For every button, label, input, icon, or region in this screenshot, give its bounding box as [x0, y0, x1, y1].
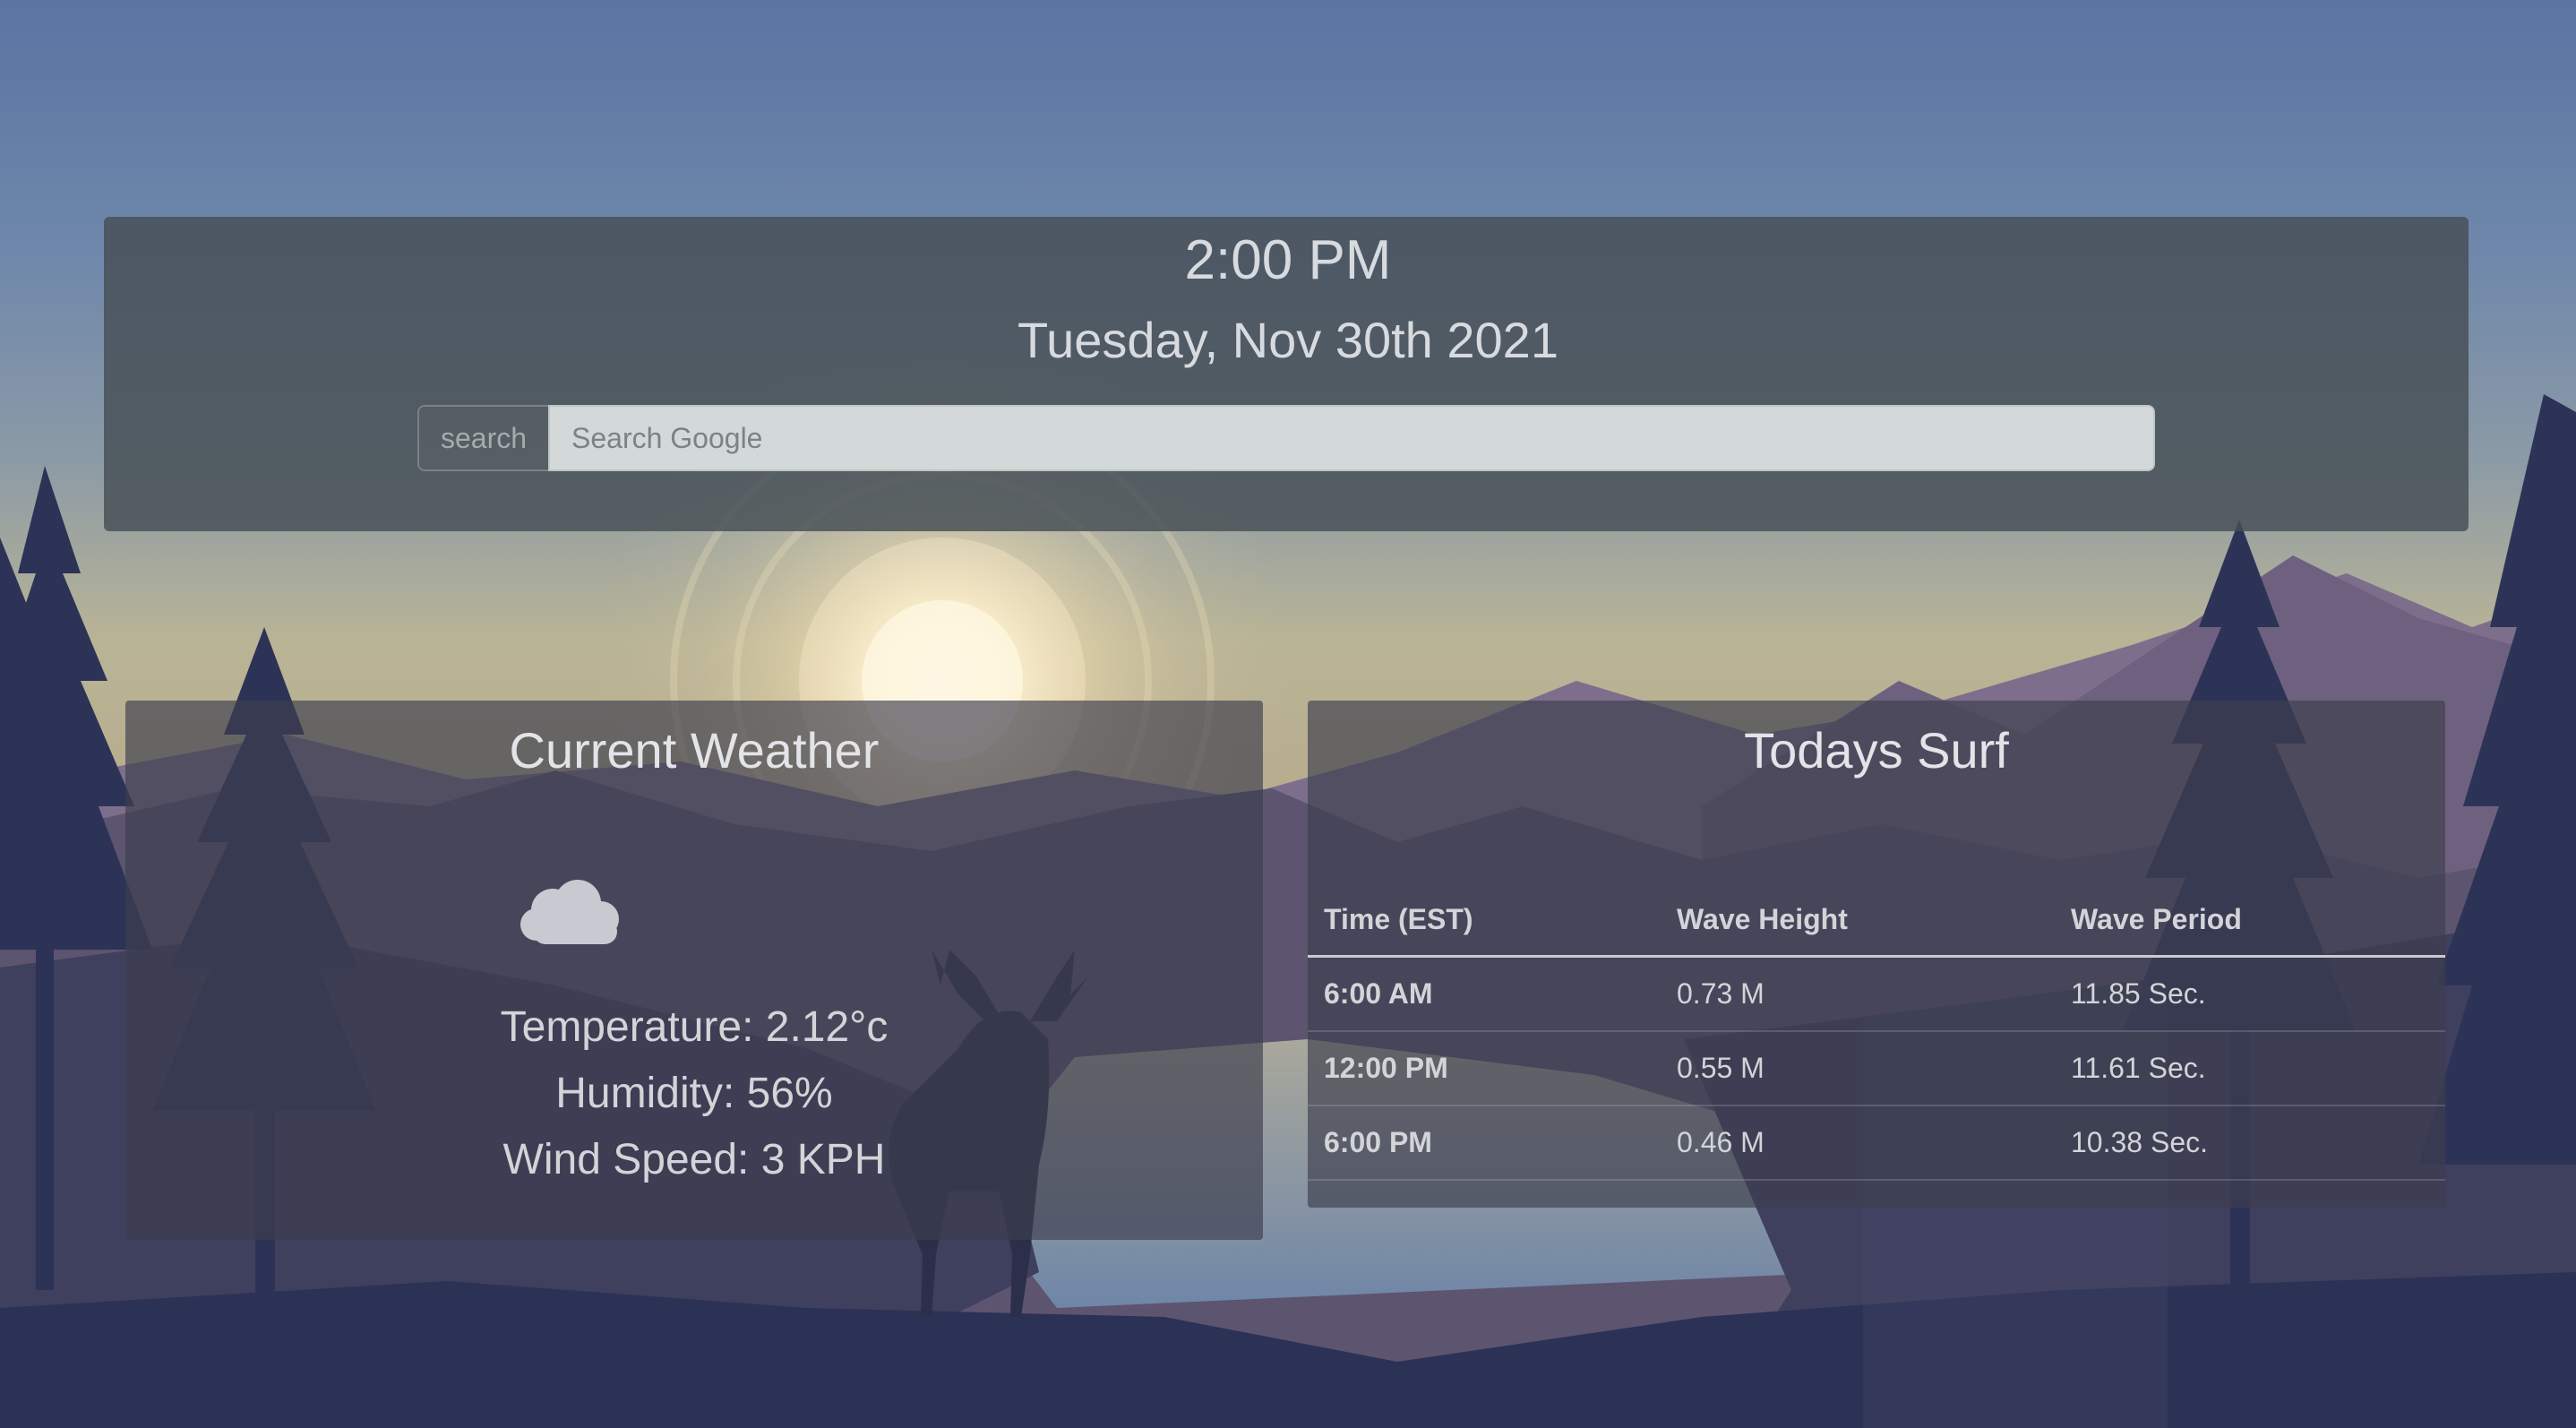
- wave-height-cell: 0.46 M: [1661, 1105, 2055, 1181]
- weather-card-title: Current Weather: [509, 722, 880, 779]
- wave-period-cell: 10.38 Sec.: [2055, 1105, 2445, 1181]
- column-header-wave-height: Wave Height: [1661, 883, 2055, 958]
- table-row: 12:00 PM 0.55 M 11.61 Sec.: [1308, 1031, 2445, 1106]
- current-date: Tuesday, Nov 30th 2021: [1018, 312, 1558, 368]
- surf-table: Time (EST) Wave Height Wave Period 6:00 …: [1308, 883, 2445, 1181]
- wave-period-cell: 11.85 Sec.: [2055, 956, 2445, 1032]
- surf-time-cell: 6:00 AM: [1308, 956, 1661, 1032]
- search-input[interactable]: [548, 405, 2155, 471]
- table-row: 6:00 PM 0.46 M 10.38 Sec.: [1308, 1105, 2445, 1181]
- surf-card-title: Todays Surf: [1744, 722, 2009, 779]
- wind-speed-text: Wind Speed: 3 KPH: [502, 1136, 886, 1183]
- search-bar: search: [417, 405, 2155, 471]
- table-header-row: Time (EST) Wave Height Wave Period: [1308, 883, 2445, 958]
- wave-height-cell: 0.73 M: [1661, 956, 2055, 1032]
- temperature-text: Temperature: 2.12°c: [500, 1003, 889, 1051]
- surf-time-cell: 6:00 PM: [1308, 1105, 1661, 1181]
- column-header-wave-period: Wave Period: [2055, 883, 2445, 958]
- wave-height-cell: 0.55 M: [1661, 1031, 2055, 1106]
- surf-time-cell: 12:00 PM: [1308, 1031, 1661, 1106]
- column-header-time: Time (EST): [1308, 883, 1661, 958]
- wave-period-cell: 11.61 Sec.: [2055, 1031, 2445, 1106]
- search-button[interactable]: search: [417, 405, 548, 471]
- cloud-icon: [520, 880, 619, 944]
- table-row: 6:00 AM 0.73 M 11.85 Sec.: [1308, 956, 2445, 1032]
- clock-time: 2:00 PM: [1184, 229, 1392, 291]
- humidity-text: Humidity: 56%: [555, 1070, 833, 1117]
